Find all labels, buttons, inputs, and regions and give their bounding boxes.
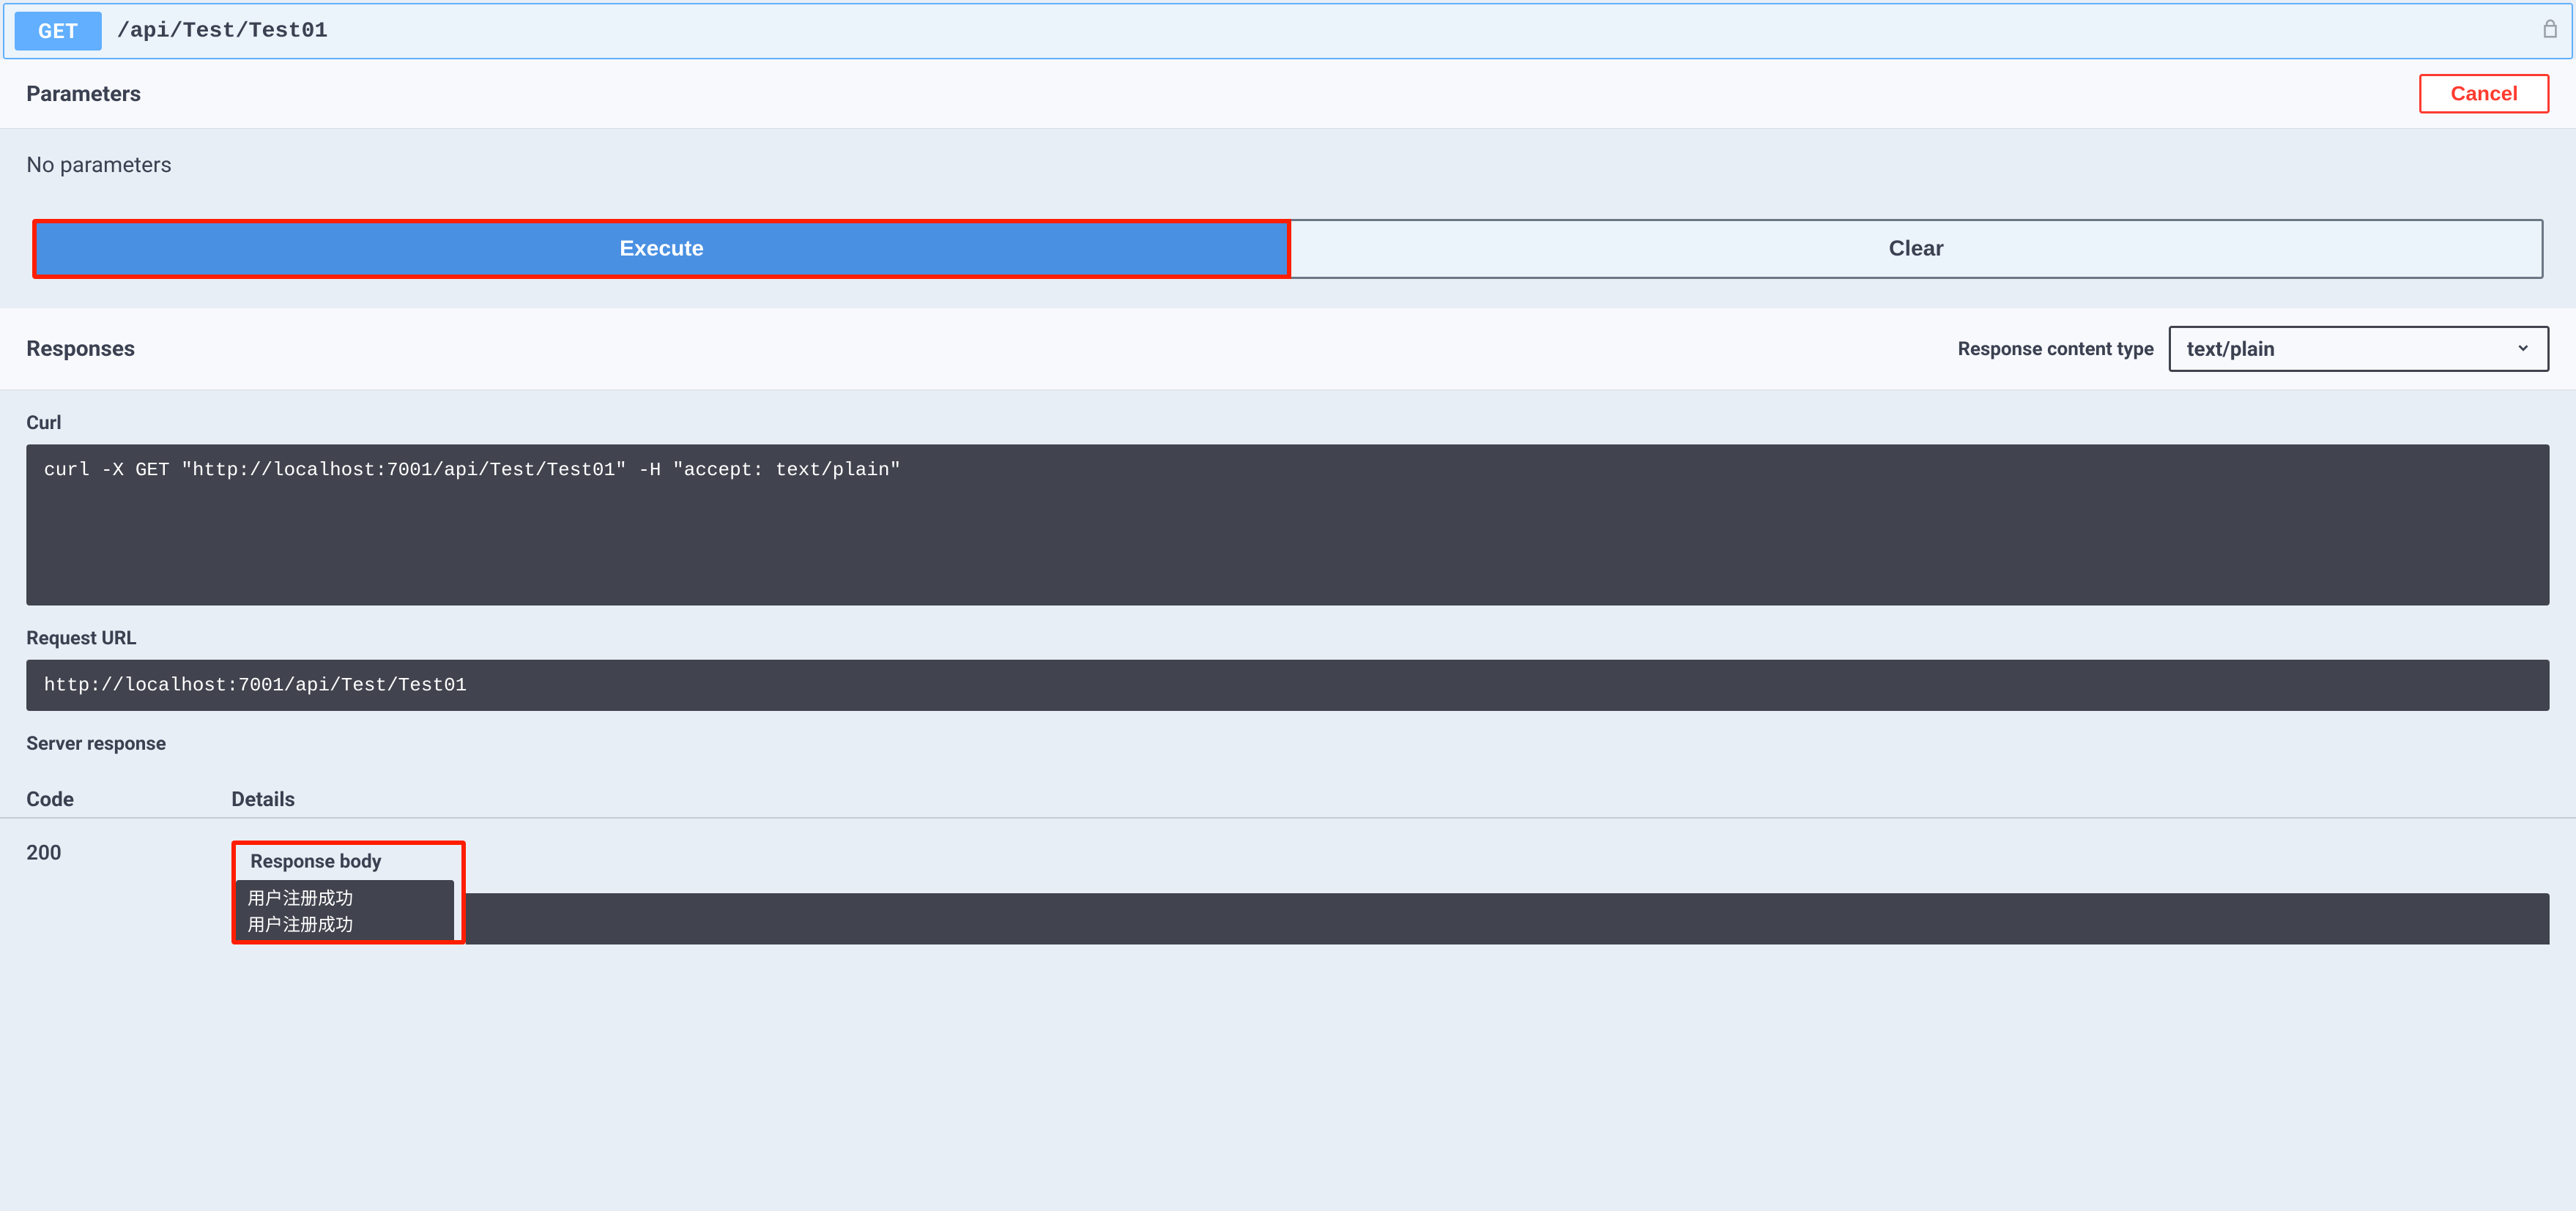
server-response-section: Server response <box>0 711 2576 755</box>
response-table-head: Code Details <box>0 765 2576 819</box>
clear-button[interactable]: Clear <box>1291 219 2544 279</box>
operation-header[interactable]: GET /api/Test/Test01 <box>3 3 2573 59</box>
request-url-section: Request URL http://localhost:7001/api/Te… <box>0 606 2576 711</box>
server-response-label: Server response <box>26 733 2550 755</box>
curl-command: curl -X GET "http://localhost:7001/api/T… <box>26 444 2550 606</box>
response-body-content: 用户注册成功 用户注册成功 <box>236 880 454 940</box>
content-type-label: Response content type <box>1958 338 2154 360</box>
status-code: 200 <box>26 841 231 865</box>
request-url-label: Request URL <box>26 627 2550 649</box>
code-column-header: Code <box>26 787 231 811</box>
responses-title: Responses <box>26 336 135 362</box>
curl-label: Curl <box>26 412 2550 434</box>
action-row: Execute Clear <box>0 219 2576 308</box>
http-method-badge: GET <box>15 12 102 51</box>
responses-bar: Responses Response content type text/pla… <box>0 308 2576 390</box>
execute-button[interactable]: Execute <box>32 219 1291 279</box>
request-url-value: http://localhost:7001/api/Test/Test01 <box>26 660 2550 711</box>
lock-icon[interactable] <box>2539 18 2561 45</box>
cancel-button[interactable]: Cancel <box>2419 74 2550 113</box>
response-details: Response body 用户注册成功 用户注册成功 <box>231 841 2550 944</box>
no-parameters-text: No parameters <box>0 129 2576 219</box>
response-body-label: Response body <box>236 845 454 880</box>
chevron-down-icon <box>2515 337 2531 361</box>
content-type-group: Response content type text/plain <box>1958 326 2550 372</box>
response-row: 200 Response body 用户注册成功 用户注册成功 <box>0 819 2576 944</box>
response-body-highlight: Response body 用户注册成功 用户注册成功 <box>231 841 466 944</box>
content-type-select[interactable]: text/plain <box>2169 326 2550 372</box>
endpoint-path: /api/Test/Test01 <box>116 19 2525 44</box>
parameters-bar: Parameters Cancel <box>0 59 2576 129</box>
details-column-header: Details <box>231 787 2550 811</box>
parameters-title: Parameters <box>26 81 141 107</box>
curl-section: Curl curl -X GET "http://localhost:7001/… <box>0 390 2576 606</box>
content-type-value: text/plain <box>2187 337 2275 361</box>
response-body-block-extend <box>466 893 2550 944</box>
